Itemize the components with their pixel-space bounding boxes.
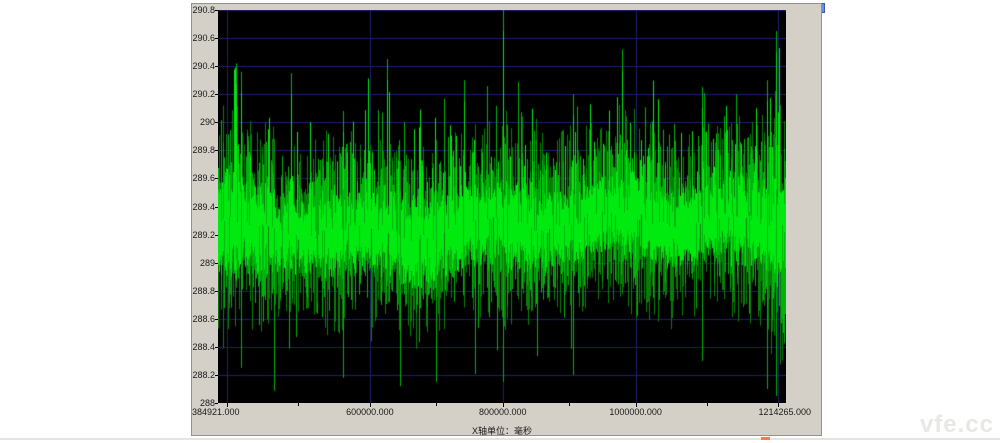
y-tick-label: 288.4 (192, 342, 215, 352)
x-tick-label: 600000.000 (346, 407, 394, 417)
y-tick-mark (215, 122, 218, 123)
x-tick-label: 1214265.000 (758, 407, 811, 417)
y-tick-mark (215, 150, 218, 151)
y-tick-label: 289.6 (192, 173, 215, 183)
y-tick-label: 289.8 (192, 145, 215, 155)
y-tick-label: 288.6 (192, 314, 215, 324)
y-tick-mark (215, 263, 218, 264)
x-tick-label: 800000.000 (479, 407, 527, 417)
y-tick-label: 290.4 (192, 61, 215, 71)
y-tick-label: 288.8 (192, 286, 215, 296)
y-tick-label: 289.2 (192, 230, 215, 240)
bottom-divider-line (0, 438, 1000, 440)
waveform-plot-area (218, 10, 786, 403)
y-tick-mark (215, 291, 218, 292)
y-tick-label: 290.8 (192, 5, 215, 15)
y-tick-label: 289 (192, 258, 215, 268)
watermark-text: vfe.cc (920, 411, 994, 439)
y-tick-mark (215, 38, 218, 39)
y-tick-mark (215, 375, 218, 376)
y-tick-mark (215, 319, 218, 320)
orange-drag-marker[interactable] (761, 437, 770, 440)
y-tick-label: 290 (192, 117, 215, 127)
x-minor-tick-mark (436, 403, 437, 406)
page: { "watermark": "vfe.cc", "panel": { "bac… (0, 0, 1000, 443)
y-tick-label: 290.6 (192, 33, 215, 43)
x-minor-tick-mark (707, 403, 708, 406)
y-tick-mark (215, 178, 218, 179)
chart-panel: 290.8 290.6 290.4 290.2 290 289.8 289.6 289.4 28… (191, 3, 822, 436)
y-tick-mark (215, 94, 218, 95)
y-tick-label: 290.2 (192, 89, 215, 99)
x-minor-tick-mark (569, 403, 570, 406)
x-minor-tick-mark (298, 403, 299, 406)
y-tick-mark (215, 66, 218, 67)
x-axis-unit-label: X轴单位：毫秒 (218, 424, 786, 437)
y-tick-mark (215, 235, 218, 236)
x-tick-label: 384921.000 (192, 407, 240, 417)
y-tick-mark (215, 10, 218, 11)
y-tick-label: 289.4 (192, 202, 215, 212)
x-tick-label: 1000000.000 (609, 407, 662, 417)
y-tick-mark (215, 403, 218, 404)
y-tick-label: 288.2 (192, 370, 215, 380)
y-tick-mark (215, 207, 218, 208)
y-tick-mark (215, 347, 218, 348)
